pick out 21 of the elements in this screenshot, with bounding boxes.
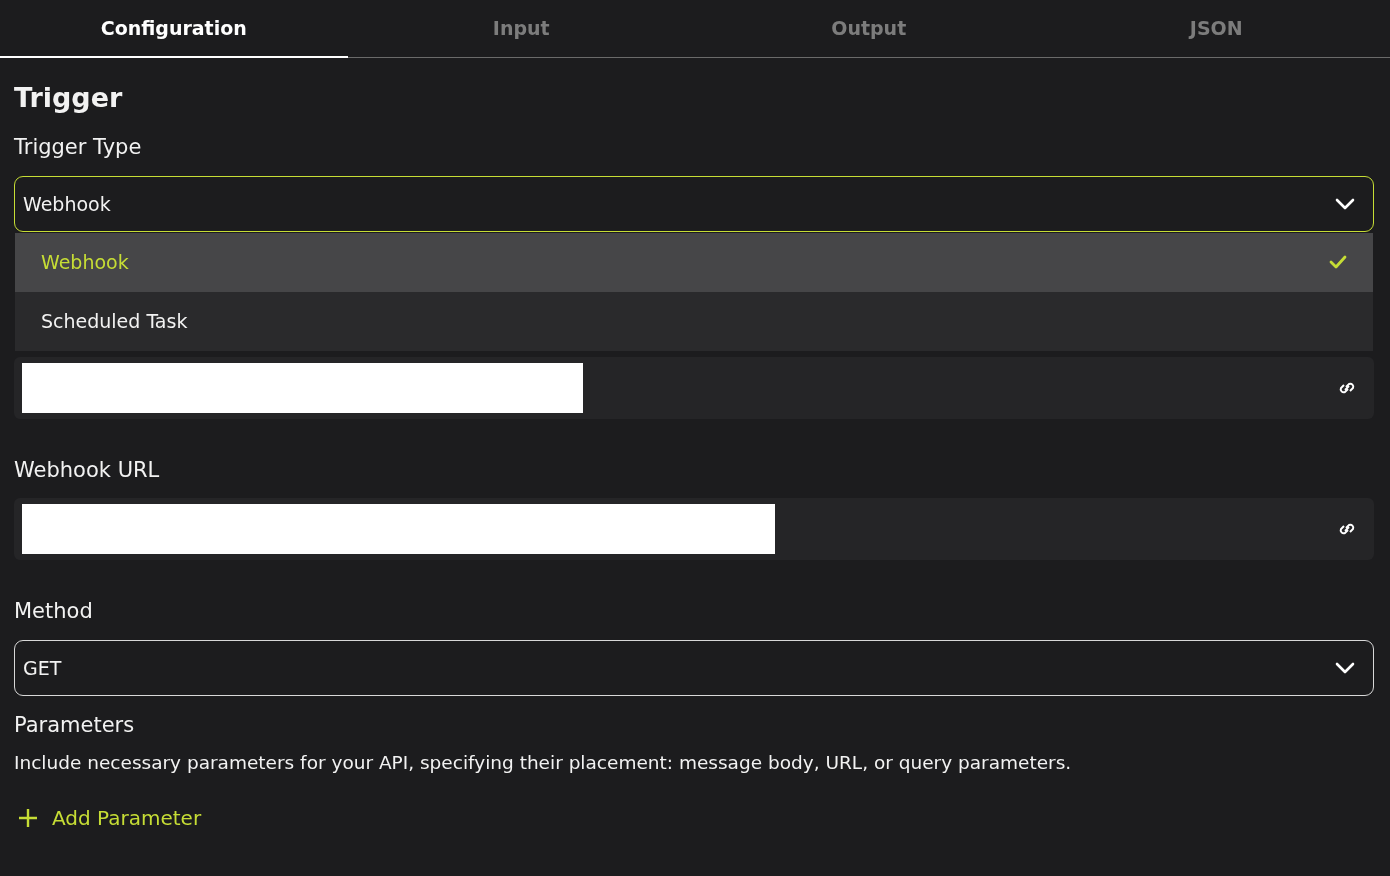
tab[interactable]: Configuration	[0, 0, 348, 58]
section-title: Trigger	[14, 82, 124, 115]
tab[interactable]: Output	[695, 0, 1043, 58]
description-text: Include necessary parameters for your API, specifying their placement: message body, URL, or query parameters.	[14, 751, 1073, 776]
check-icon	[1329, 255, 1347, 270]
field-label: Method	[14, 598, 94, 626]
section-heading: Parameters	[14, 711, 136, 739]
dropdown-option[interactable]: Webhook	[15, 232, 1373, 292]
tab[interactable]: JSON	[1042, 0, 1390, 58]
dropdown-value: GET	[23, 655, 62, 681]
chevron-down-icon	[1335, 661, 1355, 674]
dropdown-value: Webhook	[23, 191, 111, 217]
add-parameter-button[interactable]: Add Parameter	[14, 803, 206, 834]
dropdown[interactable]: GET	[14, 639, 1374, 696]
input-field[interactable]	[14, 356, 1374, 419]
input-field[interactable]	[14, 498, 1374, 561]
tab[interactable]: Input	[347, 0, 695, 58]
field-label: Webhook URL	[14, 456, 161, 484]
field-label: Trigger Type	[14, 134, 143, 162]
plus-icon	[18, 808, 38, 829]
chevron-down-icon	[1335, 197, 1355, 210]
